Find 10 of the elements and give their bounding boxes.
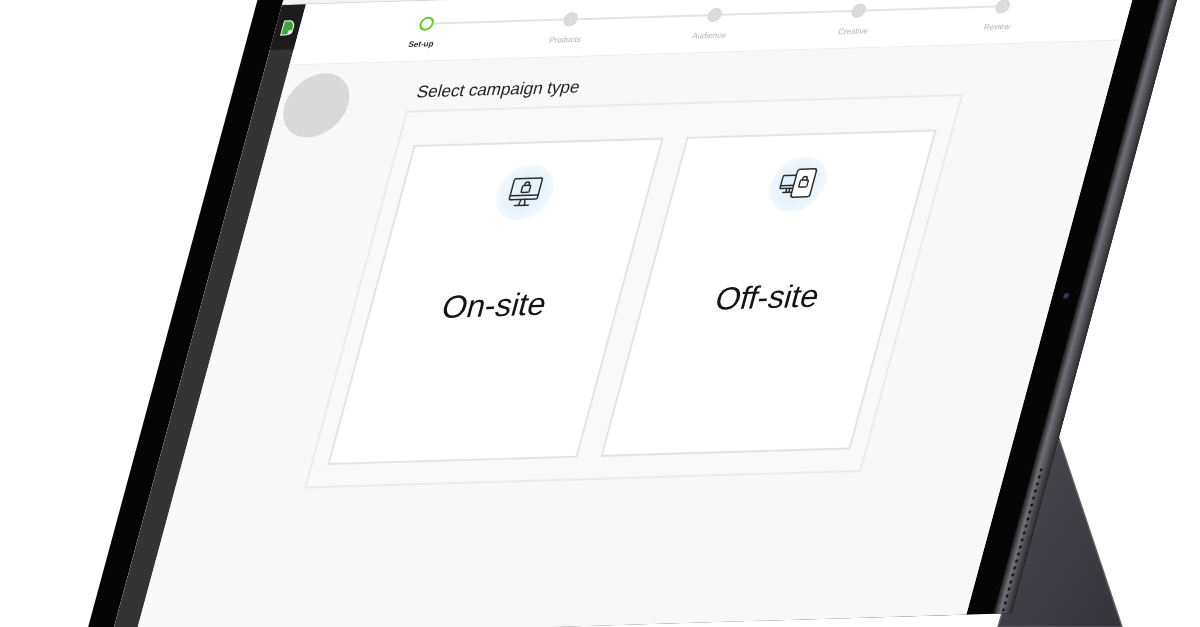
step-label: Products (547, 34, 583, 46)
camera-lens-icon (1061, 293, 1070, 300)
campaign-option-card[interactable]: On-site (327, 137, 664, 466)
step-label: Creative (836, 26, 870, 38)
step-label: Set-up (407, 39, 435, 51)
logo-icon[interactable] (279, 19, 297, 36)
step-label: Review (982, 22, 1012, 33)
step-label: Audience (690, 30, 727, 42)
section-title: Select campaign type (414, 77, 583, 103)
campaign-option-card[interactable]: Off-site (600, 129, 937, 457)
